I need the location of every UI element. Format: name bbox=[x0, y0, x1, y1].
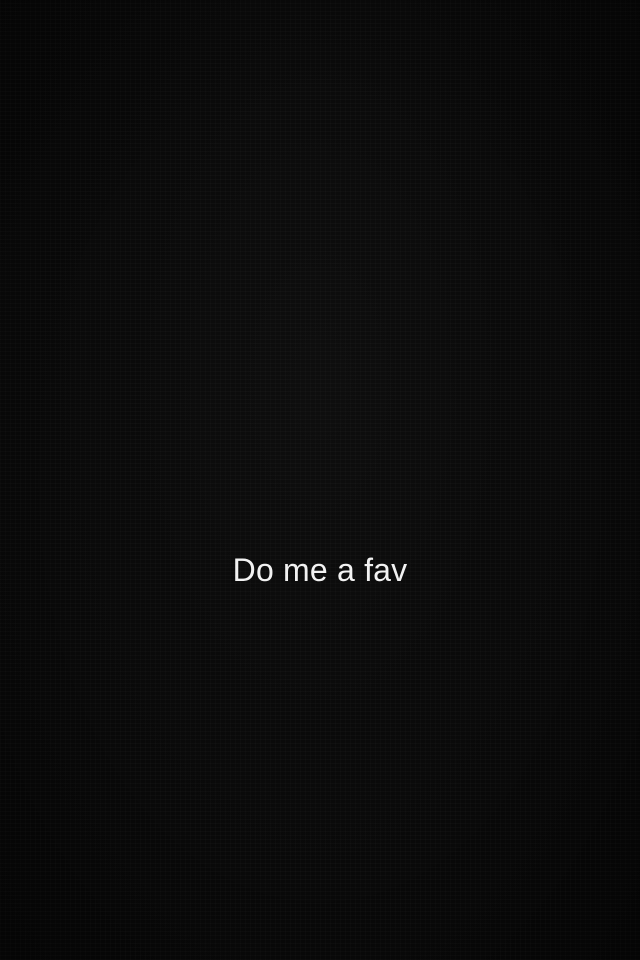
dark-fabric-photo: Do me a fav bbox=[0, 0, 640, 960]
caption-text: Do me a fav bbox=[232, 552, 408, 588]
